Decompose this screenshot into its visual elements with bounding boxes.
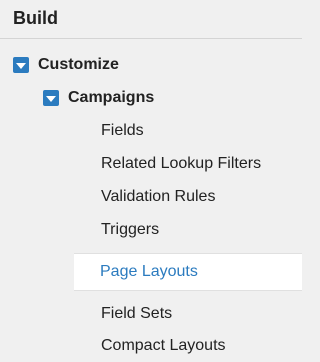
tree-item-page-layouts-label: Page Layouts [100,263,198,280]
tree-item-page-layouts[interactable]: Page Layouts [74,253,302,291]
tree-node-customize[interactable]: Customize [13,56,119,74]
tree-node-customize-label: Customize [38,56,119,73]
expanded-toggle-icon[interactable] [13,57,29,73]
tree-item-related-lookup-filters[interactable]: Related Lookup Filters [101,155,261,173]
setup-sidebar: Build Customize Campaigns Fields Related… [0,0,302,362]
tree-item-validation-rules[interactable]: Validation Rules [101,188,215,206]
tree-item-compact-layouts[interactable]: Compact Layouts [101,337,226,355]
tree-node-campaigns[interactable]: Campaigns [43,89,154,107]
tree-node-campaigns-label: Campaigns [68,89,155,106]
tree-item-triggers[interactable]: Triggers [101,221,159,239]
section-divider [0,38,302,39]
tree-item-fields[interactable]: Fields [101,122,144,140]
tree-item-field-sets[interactable]: Field Sets [101,305,172,323]
expanded-toggle-icon[interactable] [43,90,59,106]
section-title-build: Build [13,8,58,28]
